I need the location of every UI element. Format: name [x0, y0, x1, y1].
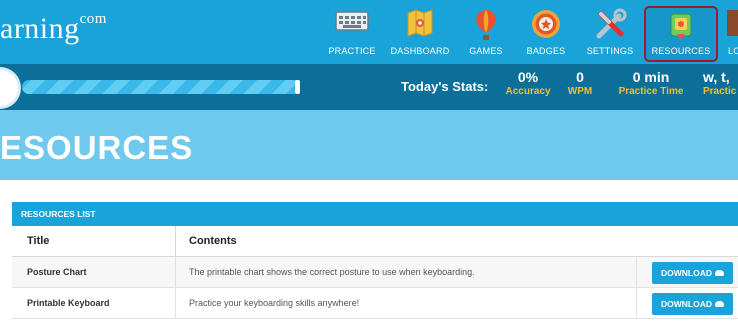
nav-settings[interactable]: SETTINGS: [582, 0, 638, 64]
download-posture-chart-button[interactable]: DOWNLOAD: [652, 262, 733, 284]
nav-logout[interactable]: LO: [724, 0, 738, 64]
download-printable-keyboard-button[interactable]: DOWNLOAD: [652, 293, 733, 315]
nav-resources[interactable]: RESOURCES: [644, 6, 718, 62]
column-contents: Contents: [189, 235, 237, 247]
stat-accuracy: 0% Accuracy: [503, 69, 553, 98]
nav-logout-label: LO: [728, 46, 738, 56]
door-icon: [727, 10, 738, 36]
tools-icon: [596, 8, 627, 39]
row-contents: Practice your keyboarding skills anywher…: [189, 298, 360, 308]
map-icon: [407, 9, 433, 37]
stat-practice-time-value: 0 min: [632, 69, 670, 85]
badge-icon: [532, 10, 560, 38]
column-divider: [175, 288, 176, 318]
cloud-upload-icon: [715, 269, 724, 276]
progress-bar-end: [295, 80, 300, 94]
nav-practice-label: PRACTICE: [328, 46, 376, 56]
stat-accuracy-value: 0%: [517, 69, 539, 85]
page-title: ESOURCES: [0, 129, 194, 166]
stat-practice-time: 0 min Practice Time: [614, 69, 688, 98]
logo-suffix: com: [79, 11, 107, 27]
column-divider: [175, 257, 176, 287]
stat-wpm-value: 0: [576, 69, 584, 85]
table-row: Printable Keyboard Practice your keyboar…: [12, 288, 738, 319]
top-navigation: arningcom PRACTICE DASHBOARD GAMES BADGE…: [0, 0, 738, 64]
site-logo[interactable]: arningcom: [0, 11, 107, 46]
download-button-label: DOWNLOAD: [661, 299, 712, 309]
nav-badges[interactable]: BADGES: [521, 0, 571, 64]
stats-bar: Today's Stats: 0% Accuracy 0 WPM 0 min P…: [0, 64, 738, 110]
keyboard-icon: [335, 11, 369, 31]
nav-dashboard-label: DASHBOARD: [390, 46, 450, 56]
stat-practice-keys: w, t, Practic: [703, 69, 738, 98]
row-title: Printable Keyboard: [27, 298, 110, 308]
nav-dashboard[interactable]: DASHBOARD: [390, 0, 450, 64]
stats-title: Today's Stats:: [401, 79, 489, 94]
page-heading-band: ESOURCES: [0, 110, 738, 180]
stat-wpm: 0 WPM: [563, 69, 597, 98]
column-title: Title: [27, 235, 50, 247]
nav-settings-label: SETTINGS: [586, 46, 634, 56]
row-contents: The printable chart shows the correct po…: [189, 267, 475, 277]
stat-practice-keys-value: w, t,: [703, 69, 730, 85]
nav-badges-label: BADGES: [526, 46, 566, 56]
logo-text: arning: [0, 12, 80, 45]
stat-accuracy-label: Accuracy: [505, 86, 551, 97]
cloud-upload-icon: [715, 300, 724, 307]
stat-practice-time-label: Practice Time: [618, 86, 684, 97]
nav-games[interactable]: GAMES: [463, 0, 509, 64]
table-row: Posture Chart The printable chart shows …: [12, 257, 738, 288]
column-divider: [636, 288, 637, 318]
nav-practice[interactable]: PRACTICE: [327, 0, 377, 64]
resources-list-header: RESOURCES LIST: [12, 202, 738, 226]
nav-games-label: GAMES: [469, 46, 503, 56]
column-divider: [636, 257, 637, 287]
resources-panel: RESOURCES LIST Title Contents Posture Ch…: [12, 202, 738, 319]
certificate-icon: [670, 13, 692, 40]
progress-avatar: [0, 70, 18, 106]
download-button-label: DOWNLOAD: [661, 268, 712, 278]
table-header: Title Contents: [12, 226, 738, 257]
balloon-icon: [476, 10, 496, 40]
stat-practice-keys-label: Practic: [703, 86, 737, 97]
row-title: Posture Chart: [27, 267, 87, 277]
lesson-progress-bar: [22, 80, 300, 94]
column-divider: [175, 226, 176, 256]
nav-resources-label: RESOURCES: [651, 46, 711, 56]
stat-wpm-label: WPM: [567, 86, 593, 97]
